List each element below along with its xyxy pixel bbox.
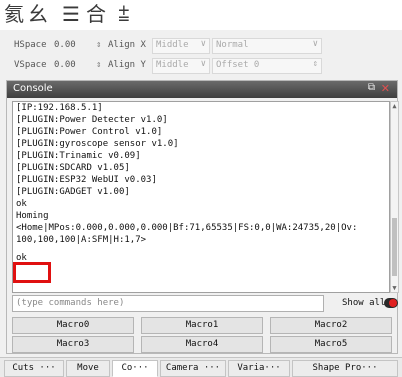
log-line: [PLUGIN:SDCARD v1.05] <box>16 163 130 173</box>
tab-shape-properties[interactable]: Shape Pro··· <box>292 360 398 377</box>
log-line: [PLUGIN:Trinamic v0.09] <box>16 151 141 161</box>
chevron-down-icon: ∨ <box>200 39 206 49</box>
ok-highlight-box <box>13 262 51 283</box>
macro-button-5[interactable]: Macro5 <box>270 336 392 353</box>
command-row: (type commands here) Show all <box>12 294 399 314</box>
log-line: 100,100,100|A:SFM|H:1,7> <box>16 235 147 245</box>
toggle-knob <box>389 299 397 307</box>
offset-field[interactable]: Offset 0 ⇕ <box>212 58 322 74</box>
macro-button-0[interactable]: Macro0 <box>12 317 134 334</box>
tab-camera[interactable]: Camera ··· <box>160 360 226 377</box>
log-line: [IP:192.168.5.1] <box>16 103 103 113</box>
log-line: [PLUGIN:Power Control v1.0] <box>16 127 163 137</box>
tab-console[interactable]: Co··· <box>112 360 158 377</box>
log-line: [PLUGIN:gyroscope sensor v1.0] <box>16 139 179 149</box>
distribute-icon[interactable]: 幺 <box>28 2 48 26</box>
spacing-icon[interactable]: 合 <box>86 2 106 26</box>
scroll-down-icon[interactable]: ▼ <box>391 284 398 292</box>
align-x-label: Align X <box>108 40 146 50</box>
macro-button-4[interactable]: Macro4 <box>141 336 263 353</box>
tab-variables[interactable]: Varia··· <box>228 360 290 377</box>
log-line: [PLUGIN:GADGET v1.00] <box>16 187 130 197</box>
scroll-up-icon[interactable]: ▲ <box>391 102 398 110</box>
mode-select[interactable]: Normal ∨ <box>212 38 322 54</box>
hspace-row: HSpace 0.00 ⇕ Align X Middle ∨ Normal ∨ <box>0 36 402 56</box>
align-x-select[interactable]: Middle ∨ <box>152 38 210 54</box>
macro-button-1[interactable]: Macro1 <box>141 317 263 334</box>
log-line: [PLUGIN:ESP32 WebUI v0.03] <box>16 175 157 185</box>
float-window-icon[interactable]: ⧉ <box>368 82 375 93</box>
align-y-label: Align Y <box>108 60 146 70</box>
hspace-label: HSpace <box>14 40 47 50</box>
console-title: Console <box>13 83 53 94</box>
log-line: <Home|MPos:0.000,0.000,0.000|Bf:71,65535… <box>16 223 358 233</box>
chevron-down-icon: ∨ <box>200 59 206 69</box>
macro-button-2[interactable]: Macro2 <box>270 317 392 334</box>
show-all-toggle[interactable] <box>384 298 398 308</box>
center-icon[interactable]: ⩲ <box>118 2 130 26</box>
vspace-spinner-icon[interactable]: ⇕ <box>96 60 101 70</box>
group-icon[interactable]: ☰ <box>62 2 80 26</box>
log-line: ok <box>16 199 27 209</box>
close-icon[interactable]: ✕ <box>381 82 390 95</box>
scroll-thumb[interactable] <box>392 218 397 276</box>
console-panel: Console ⧉ ✕ [IP:192.168.5.1] [PLUGIN:Pow… <box>6 80 399 354</box>
vspace-value[interactable]: 0.00 <box>54 60 76 70</box>
align-y-select[interactable]: Middle ∨ <box>152 58 210 74</box>
vspace-label: VSpace <box>14 60 47 70</box>
hspace-value[interactable]: 0.00 <box>54 40 76 50</box>
vspace-row: VSpace 0.00 ⇕ Align Y Middle ∨ Offset 0 ⇕ <box>0 56 402 76</box>
align-toolbar: 氦 幺 ☰ 合 ⩲ <box>0 0 402 30</box>
log-line: [PLUGIN:Power Detecter v1.0] <box>16 115 168 125</box>
tab-move[interactable]: Move <box>66 360 110 377</box>
console-log[interactable]: [IP:192.168.5.1] [PLUGIN:Power Detecter … <box>12 101 390 293</box>
align-icon[interactable]: 氦 <box>4 2 24 26</box>
macro-button-3[interactable]: Macro3 <box>12 336 134 353</box>
show-all-label: Show all <box>342 298 386 308</box>
log-line: Homing <box>16 211 49 221</box>
hspace-spinner-icon[interactable]: ⇕ <box>96 40 101 50</box>
console-scrollbar[interactable]: ▲ ▼ <box>390 101 399 293</box>
command-input[interactable]: (type commands here) <box>12 295 324 312</box>
tab-cuts[interactable]: Cuts ··· <box>4 360 64 377</box>
bottom-tab-bar: Cuts ··· Move Co··· Camera ··· Varia··· … <box>0 357 402 377</box>
console-title-bar: Console ⧉ ✕ <box>7 81 397 98</box>
chevron-down-icon: ∨ <box>312 39 318 49</box>
spinner-icon: ⇕ <box>312 59 318 69</box>
